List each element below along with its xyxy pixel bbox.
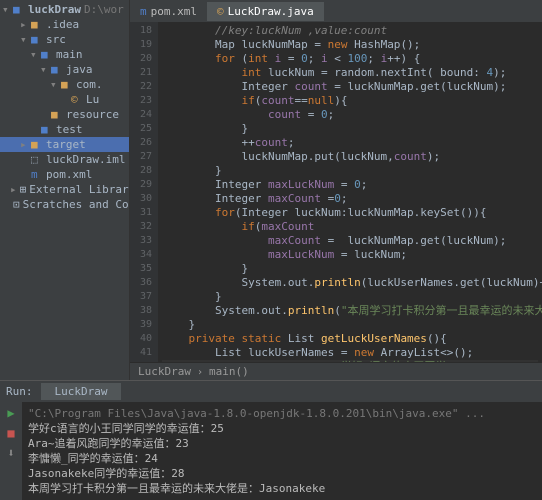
tree-item[interactable]: ▸⊞External Libraries: [0, 182, 129, 197]
run-toolbar: ▶ ■ ⬇: [0, 402, 22, 500]
run-tab[interactable]: LuckDraw: [41, 383, 122, 400]
tree-item[interactable]: ■test: [0, 122, 129, 137]
tree-item[interactable]: ▾■com.: [0, 77, 129, 92]
project-tree[interactable]: ▾■luckDraw D:\wor ▸■.idea▾■src▾■main▾■ja…: [0, 0, 130, 380]
tree-item[interactable]: ▾■main: [0, 47, 129, 62]
tree-item[interactable]: ⊡Scratches and Co: [0, 197, 129, 212]
console-output[interactable]: "C:\Program Files\Java\java-1.8.0-openjd…: [22, 402, 542, 500]
rerun-icon[interactable]: ▶: [7, 406, 14, 420]
tab-luckdraw[interactable]: ©LuckDraw.java: [207, 2, 324, 21]
line-gutter: 18 19 20 21 22 23 24 25 26 27 28 29 30 3…: [130, 22, 158, 362]
editor-tabs: mpom.xml ©LuckDraw.java: [130, 0, 542, 22]
code-editor[interactable]: 18 19 20 21 22 23 24 25 26 27 28 29 30 3…: [130, 22, 542, 362]
tree-item[interactable]: ▾■src: [0, 32, 129, 47]
tree-item[interactable]: ▸■target: [0, 137, 129, 152]
down-icon[interactable]: ⬇: [7, 446, 14, 460]
tree-item[interactable]: ▸■.idea: [0, 17, 129, 32]
project-root[interactable]: ▾■luckDraw D:\wor: [0, 2, 129, 17]
tree-item[interactable]: ▾■java: [0, 62, 129, 77]
tree-item[interactable]: ©Lu: [0, 92, 129, 107]
tree-item[interactable]: ■resource: [0, 107, 129, 122]
run-panel: Run: LuckDraw ▶ ■ ⬇ "C:\Program Files\Ja…: [0, 380, 542, 500]
run-label: Run:: [6, 385, 33, 398]
stop-icon[interactable]: ■: [7, 426, 14, 440]
tree-item[interactable]: mpom.xml: [0, 167, 129, 182]
breadcrumb[interactable]: LuckDraw › main(): [130, 362, 542, 380]
tab-pom[interactable]: mpom.xml: [130, 2, 207, 21]
tree-item[interactable]: ⬚luckDraw.iml: [0, 152, 129, 167]
